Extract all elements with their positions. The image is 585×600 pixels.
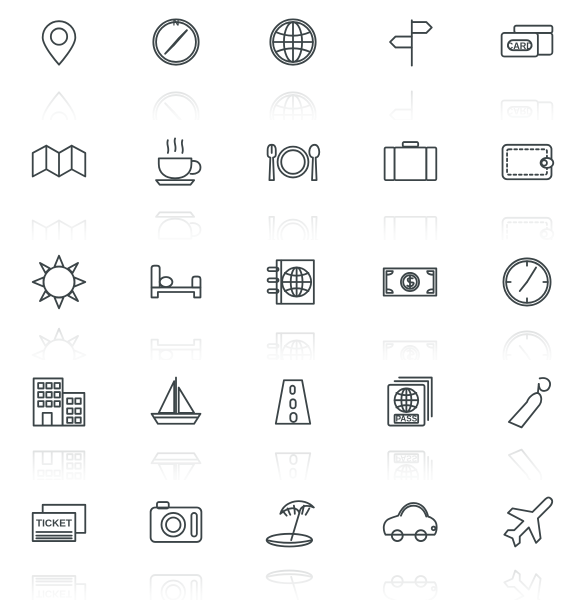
clock-icon-reflection — [468, 316, 585, 360]
icon-cell-airplane[interactable] — [468, 480, 585, 600]
icon-cell-sun[interactable] — [0, 240, 117, 360]
folded-map-icon-reflection — [0, 196, 117, 240]
restaurant-icon[interactable] — [234, 128, 351, 196]
icon-cell-bed[interactable] — [117, 240, 234, 360]
banknote-icon-reflection — [351, 316, 468, 360]
restaurant-icon-reflection — [234, 196, 351, 240]
passport-icon[interactable]: PASS — [351, 368, 468, 436]
buildings-icon[interactable] — [0, 368, 117, 436]
icon-cell-ticket[interactable]: TICKET TICKET — [0, 480, 117, 600]
icon-label-text: PASS — [395, 414, 417, 423]
icon-cell-wallet[interactable] — [468, 120, 585, 240]
door-hanger-icon[interactable] — [468, 368, 585, 436]
icon-cell-beach-umbrella[interactable] — [234, 480, 351, 600]
airplane-icon-reflection — [468, 556, 585, 600]
icon-cell-buildings[interactable] — [0, 360, 117, 480]
beach-umbrella-icon-reflection — [234, 556, 351, 600]
icon-cell-coffee-cup[interactable] — [117, 120, 234, 240]
road-icon-reflection — [234, 436, 351, 480]
signpost-icon[interactable] — [351, 8, 468, 76]
icon-cell-passport[interactable]: PASS PASS — [351, 360, 468, 480]
door-hanger-icon-reflection — [468, 436, 585, 480]
car-icon[interactable] — [351, 488, 468, 556]
ticket-icon-reflection: TICKET — [0, 556, 117, 600]
airplane-icon[interactable] — [468, 488, 585, 556]
sun-icon-reflection — [0, 316, 117, 360]
icon-label-text: N — [172, 18, 179, 28]
ticket-icon[interactable]: TICKET — [0, 488, 117, 556]
banknote-icon[interactable] — [351, 248, 468, 316]
icon-cell-travel-guide[interactable] — [234, 240, 351, 360]
wallet-icon-reflection — [468, 196, 585, 240]
coffee-cup-icon-reflection — [117, 196, 234, 240]
travel-guide-icon[interactable] — [234, 248, 351, 316]
icon-label-text: CARD — [506, 106, 533, 116]
icon-cell-folded-map[interactable] — [0, 120, 117, 240]
car-icon-reflection — [351, 556, 468, 600]
bed-icon[interactable] — [117, 248, 234, 316]
icon-cell-clock[interactable] — [468, 240, 585, 360]
sailboat-icon[interactable] — [117, 368, 234, 436]
icon-cell-globe[interactable] — [234, 0, 351, 120]
icon-cell-sailboat[interactable] — [117, 360, 234, 480]
suitcase-icon[interactable] — [351, 128, 468, 196]
bed-icon-reflection — [117, 316, 234, 360]
credit-card-icon-reflection: CARD — [468, 76, 585, 120]
camera-icon[interactable] — [117, 488, 234, 556]
icon-label-text: PASS — [395, 454, 417, 463]
travel-guide-icon-reflection — [234, 316, 351, 360]
icon-cell-signpost[interactable] — [351, 0, 468, 120]
globe-icon-reflection — [234, 76, 351, 120]
icon-cell-banknote[interactable] — [351, 240, 468, 360]
icon-cell-car[interactable] — [351, 480, 468, 600]
icon-label-text: TICKET — [36, 519, 72, 530]
sun-icon[interactable] — [0, 248, 117, 316]
icon-label-text: CARD — [506, 41, 533, 51]
icon-cell-restaurant[interactable] — [234, 120, 351, 240]
icon-cell-door-hanger[interactable] — [468, 360, 585, 480]
map-pin-icon-reflection — [0, 76, 117, 120]
beach-umbrella-icon[interactable] — [234, 488, 351, 556]
signpost-icon-reflection — [351, 76, 468, 120]
globe-icon[interactable] — [234, 8, 351, 76]
sailboat-icon-reflection — [117, 436, 234, 480]
map-pin-icon[interactable] — [0, 8, 117, 76]
buildings-icon-reflection — [0, 436, 117, 480]
icon-cell-compass[interactable]: NN — [117, 0, 234, 120]
camera-icon-reflection — [117, 556, 234, 600]
wallet-icon[interactable] — [468, 128, 585, 196]
credit-card-icon[interactable]: CARD — [468, 8, 585, 76]
icon-cell-credit-card[interactable]: CARD CARD — [468, 0, 585, 120]
compass-icon-reflection: N — [117, 76, 234, 120]
compass-icon[interactable]: N — [117, 8, 234, 76]
coffee-cup-icon[interactable] — [117, 128, 234, 196]
road-icon[interactable] — [234, 368, 351, 436]
suitcase-icon-reflection — [351, 196, 468, 240]
passport-icon-reflection: PASS — [351, 436, 468, 480]
folded-map-icon[interactable] — [0, 128, 117, 196]
icon-cell-road[interactable] — [234, 360, 351, 480]
icon-label-text: TICKET — [36, 587, 72, 598]
icon-cell-map-pin[interactable] — [0, 0, 117, 120]
clock-icon[interactable] — [468, 248, 585, 316]
icon-grid: NNCARDCARDPASSPASSTICKETTICKET — [0, 0, 585, 600]
icon-cell-suitcase[interactable] — [351, 120, 468, 240]
icon-cell-camera[interactable] — [117, 480, 234, 600]
